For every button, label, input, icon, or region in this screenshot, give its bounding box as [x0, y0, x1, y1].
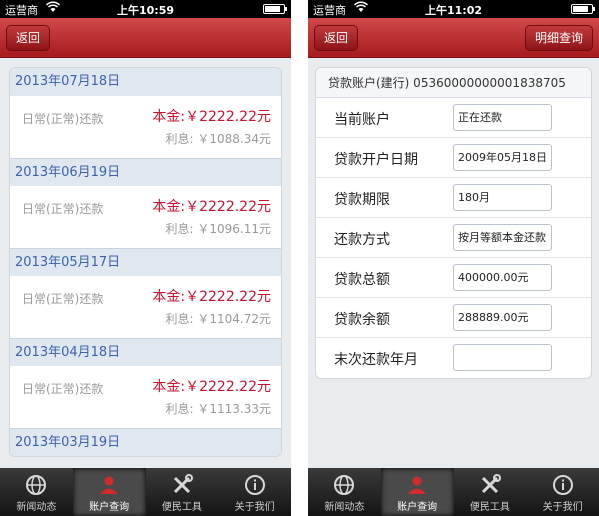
tools-icon: [171, 474, 193, 496]
payment-type-label: 日常(正常)还款: [22, 202, 104, 216]
payment-group: 2013年07月18日 日常(正常)还款 本金:￥2222.22元 利息: ￥1088…: [9, 67, 282, 457]
field-value-box[interactable]: 2009年05月18日: [453, 144, 552, 171]
payment-date-header: 2013年04月18日: [10, 338, 281, 366]
status-time: 上午10:59: [116, 4, 174, 17]
nav-bar: 返回 明细查询: [308, 18, 599, 58]
battery-level: [573, 6, 589, 12]
tab-label: 账户查询: [89, 502, 130, 513]
tab-bar: 新闻动态 账户查询 便民工具 关于我们: [0, 468, 291, 516]
status-time: 上午11:02: [424, 4, 482, 17]
tab-info[interactable]: 关于我们: [526, 468, 599, 516]
user-icon: [406, 474, 428, 496]
principal-amount: 本金:￥2222.22元: [152, 109, 271, 125]
form-row: 贷款期限 180月: [316, 178, 591, 218]
principal-amount: 本金:￥2222.22元: [152, 379, 271, 395]
tab-tools[interactable]: 便民工具: [454, 468, 527, 516]
payment-history-screen: 运营商 上午10:59 返回 2013年07月18日 日常(正常)还款 本金:￥22…: [0, 0, 291, 516]
loan-info-form: 贷款账户(建行) 05360000000001838705 当前账户 正在还款贷款…: [315, 67, 592, 379]
form-row: 当前账户 正在还款: [316, 98, 591, 138]
payment-type-label: 日常(正常)还款: [22, 382, 104, 396]
interest-amount: 利息: ￥1088.34元: [165, 132, 271, 146]
form-row: 贷款总额 400000.00元: [316, 258, 591, 298]
payment-date-header: 2013年06月19日: [10, 158, 281, 186]
battery-icon: [571, 4, 595, 14]
tab-user[interactable]: 账户查询: [72, 468, 146, 516]
field-value-box[interactable]: 正在还款: [453, 104, 552, 131]
nav-bar: 返回: [0, 18, 291, 58]
tab-globe[interactable]: 新闻动态: [0, 468, 73, 516]
tab-bar: 新闻动态 账户查询 便民工具 关于我们: [308, 468, 599, 516]
tab-label: 新闻动态: [16, 502, 57, 513]
tab-label: 新闻动态: [324, 502, 365, 513]
field-value-box[interactable]: 按月等额本金还款: [453, 224, 552, 251]
field-label: 末次还款年月: [334, 352, 418, 368]
field-label: 贷款开户日期: [334, 152, 418, 168]
status-bar: 运营商 上午11:02: [308, 0, 599, 18]
payment-type-label: 日常(正常)还款: [22, 292, 104, 306]
payment-record-row[interactable]: 日常(正常)还款 本金:￥2222.22元利息: ￥1104.72元: [10, 276, 281, 338]
form-row: 还款方式 按月等额本金还款: [316, 218, 591, 258]
info-icon: [552, 474, 574, 496]
payment-date-header: 2013年03月19日: [10, 428, 281, 456]
loan-account-line: 贷款账户(建行) 05360000000001838705: [316, 68, 591, 98]
tab-label: 关于我们: [234, 502, 275, 513]
payment-date-header: 2013年05月17日: [10, 248, 281, 276]
globe-icon: [25, 474, 47, 496]
field-value-box[interactable]: 180月: [453, 184, 552, 211]
status-bar: 运营商 上午10:59: [0, 0, 291, 18]
tab-tools[interactable]: 便民工具: [146, 468, 219, 516]
field-label: 贷款期限: [334, 192, 390, 208]
account-detail-panel: 贷款账户(建行) 05360000000001838705 当前账户 正在还款贷款…: [308, 58, 599, 468]
tools-icon: [479, 474, 501, 496]
field-value-box[interactable]: 288889.00元: [453, 304, 552, 331]
user-icon: [98, 474, 120, 496]
interest-amount: 利息: ￥1113.33元: [165, 402, 271, 416]
field-value-box[interactable]: 400000.00元: [453, 264, 552, 291]
tab-globe[interactable]: 新闻动态: [308, 468, 381, 516]
form-row: 贷款余额 288889.00元: [316, 298, 591, 338]
form-row: 末次还款年月: [316, 338, 591, 378]
tab-info[interactable]: 关于我们: [218, 468, 291, 516]
form-row: 贷款开户日期 2009年05月18日: [316, 138, 591, 178]
tab-user[interactable]: 账户查询: [380, 468, 454, 516]
payment-record-row[interactable]: 日常(正常)还款 本金:￥2222.22元利息: ￥1096.11元: [10, 186, 281, 248]
back-button[interactable]: 返回: [314, 25, 359, 51]
principal-amount: 本金:￥2222.22元: [152, 289, 271, 305]
detail-query-button[interactable]: 明细查询: [524, 25, 593, 51]
payment-record-row[interactable]: 日常(正常)还款 本金:￥2222.22元利息: ￥1113.33元: [10, 366, 281, 428]
account-detail-screen: 运营商 上午11:02 返回 明细查询 贷款账户(建行) 05360000000…: [308, 0, 599, 516]
back-button[interactable]: 返回: [6, 25, 51, 51]
tab-label: 账户查询: [397, 502, 438, 513]
globe-icon: [333, 474, 355, 496]
battery-level: [265, 6, 281, 12]
payment-list[interactable]: 2013年07月18日 日常(正常)还款 本金:￥2222.22元 利息: ￥1088…: [0, 58, 291, 468]
field-value-box[interactable]: [453, 344, 552, 371]
payment-record-row[interactable]: 日常(正常)还款 本金:￥2222.22元利息: ￥1088.34元: [10, 96, 281, 158]
field-label: 贷款总额: [334, 272, 390, 288]
tab-label: 关于我们: [542, 502, 583, 513]
interest-amount: 利息: ￥1104.72元: [165, 312, 271, 326]
principal-amount: 本金:￥2222.22元: [152, 199, 271, 215]
info-icon: [244, 474, 266, 496]
tab-label: 便民工具: [161, 502, 202, 513]
tab-label: 便民工具: [469, 502, 510, 513]
battery-icon: [263, 4, 287, 14]
field-label: 当前账户: [334, 112, 390, 128]
field-label: 贷款余额: [334, 312, 390, 328]
payment-type-label: 日常(正常)还款: [22, 112, 104, 126]
field-label: 还款方式: [334, 232, 390, 248]
interest-amount: 利息: ￥1096.11元: [165, 222, 271, 236]
payment-date-header: 2013年07月18日: [10, 68, 281, 96]
